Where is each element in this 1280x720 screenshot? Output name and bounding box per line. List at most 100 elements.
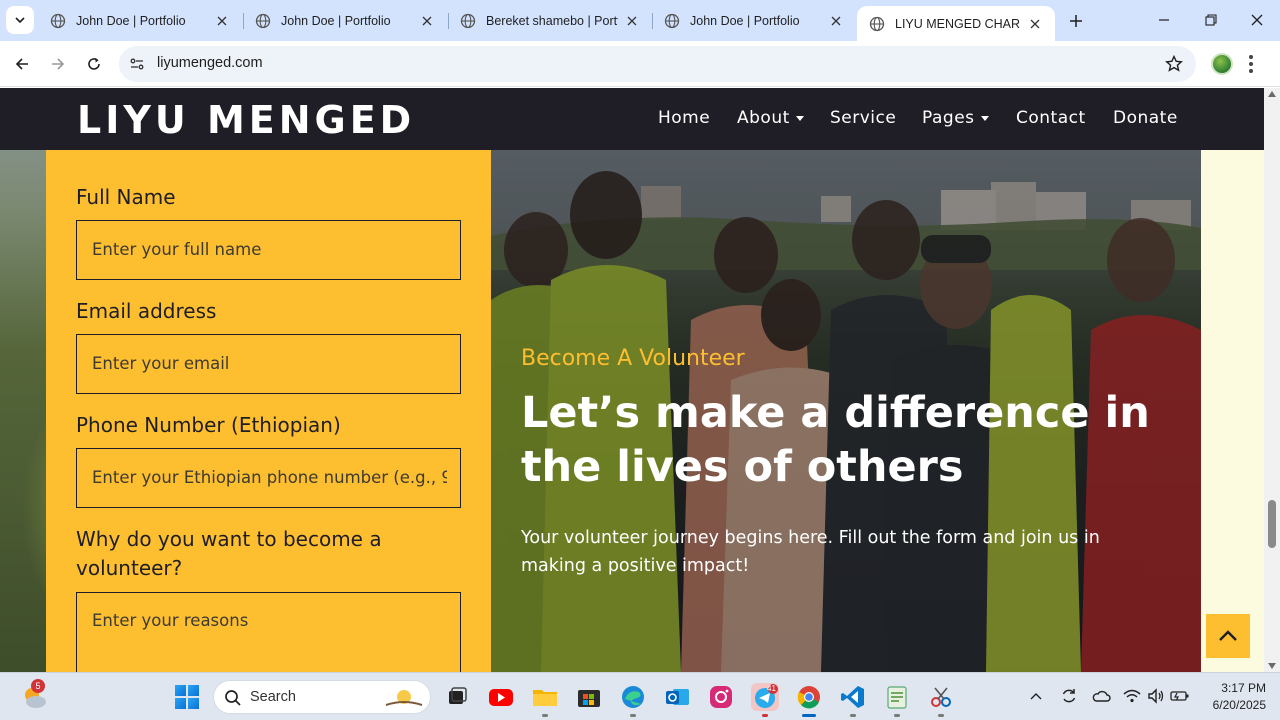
- globe-icon: [869, 16, 885, 31]
- caret-down-icon: [795, 115, 804, 121]
- nav-about-label: About: [737, 108, 790, 128]
- file-explorer-icon[interactable]: [531, 683, 559, 711]
- reason-textarea[interactable]: Enter your reasons: [76, 592, 461, 672]
- bookmark-star-icon[interactable]: [1164, 54, 1184, 74]
- profile-avatar[interactable]: [1211, 53, 1233, 75]
- tab-4[interactable]: John Doe | Portfolio: [652, 0, 856, 41]
- plus-icon: [1070, 15, 1082, 27]
- site-info-icon[interactable]: [127, 54, 147, 74]
- hero-text: Your volunteer journey begins here. Fill…: [521, 528, 1100, 576]
- full-name-input[interactable]: Enter your full name: [76, 220, 461, 280]
- snipping-tool-icon[interactable]: [927, 683, 955, 711]
- search-highlight-icon: [385, 690, 423, 706]
- sync-icon[interactable]: [1059, 686, 1079, 706]
- restore-icon: [1205, 14, 1217, 26]
- tab-1[interactable]: John Doe | Portfolio: [38, 0, 242, 41]
- search-icon: [225, 690, 241, 706]
- close-icon: [1251, 14, 1263, 26]
- volume-icon[interactable]: [1146, 686, 1166, 706]
- full-name-label: Full Name: [76, 185, 176, 209]
- back-button[interactable]: [8, 50, 36, 78]
- back-to-top-button[interactable]: [1206, 614, 1250, 658]
- outlook-icon[interactable]: [663, 683, 691, 711]
- tab-title: John Doe | Portfolio: [690, 13, 800, 28]
- site-logo[interactable]: LIYU MENGED: [77, 98, 415, 142]
- running-indicator: [542, 714, 548, 717]
- wifi-icon[interactable]: [1122, 686, 1142, 706]
- new-tab-button[interactable]: [1064, 9, 1088, 33]
- phone-input[interactable]: Enter your Ethiopian phone number (e.g.,…: [76, 448, 461, 508]
- browser-menu-icon[interactable]: [1244, 53, 1258, 75]
- page-scrollbar[interactable]: [1264, 88, 1280, 672]
- restore-button[interactable]: [1188, 0, 1234, 40]
- nav-home[interactable]: Home: [658, 108, 710, 128]
- email-label: Email address: [76, 299, 217, 323]
- nav-pages[interactable]: Pages: [922, 108, 989, 128]
- notepad-icon[interactable]: [883, 683, 911, 711]
- tab-title: Bereket shamebo | Portfolio: [486, 13, 618, 28]
- globe-icon: [50, 13, 66, 28]
- clock-time: 3:17 PM: [1221, 681, 1266, 695]
- site-header: LIYU MENGED Home About Service Pages Con…: [0, 88, 1264, 150]
- edge-icon[interactable]: [619, 683, 647, 711]
- battery-icon[interactable]: [1170, 686, 1190, 706]
- close-icon[interactable]: [214, 13, 230, 29]
- tab-title: John Doe | Portfolio: [281, 13, 391, 28]
- close-window-button[interactable]: [1234, 0, 1280, 40]
- task-view-icon[interactable]: [443, 683, 471, 711]
- chevron-up-icon: [1030, 693, 1042, 700]
- vscode-icon[interactable]: [839, 683, 867, 711]
- chevron-down-icon: [15, 17, 25, 24]
- tab-2[interactable]: John Doe | Portfolio: [243, 0, 447, 41]
- windows-taskbar: 5 Search 41 3:17 PM 6/20/2025: [0, 672, 1280, 720]
- url-text[interactable]: liyumenged.com: [157, 55, 263, 71]
- browser-tab-bar: John Doe | Portfolio John Doe | Portfoli…: [0, 0, 1280, 41]
- reason-label: Why do you want to become a volunteer?: [76, 527, 382, 580]
- show-hidden-icons-button[interactable]: [1026, 686, 1046, 706]
- running-indicator: [630, 714, 636, 717]
- email-input[interactable]: Enter your email: [76, 334, 461, 394]
- microsoft-store-icon[interactable]: [575, 683, 603, 711]
- nav-about[interactable]: About: [737, 108, 804, 128]
- chrome-icon[interactable]: [795, 683, 823, 711]
- close-icon[interactable]: [828, 13, 844, 29]
- forward-button[interactable]: [44, 50, 72, 78]
- scrollbar-thumb[interactable]: [1268, 500, 1276, 548]
- globe-icon: [664, 13, 680, 28]
- start-button[interactable]: [175, 685, 199, 709]
- tab-3[interactable]: Bereket shamebo | Portfolio: [448, 0, 652, 41]
- nav-service[interactable]: Service: [830, 108, 896, 128]
- tab-title: LIYU MENGED CHARITY: [895, 16, 1021, 31]
- minimize-button[interactable]: [1141, 0, 1187, 40]
- full-name-placeholder: Enter your full name: [92, 240, 262, 259]
- youtube-icon[interactable]: [487, 683, 515, 711]
- running-indicator: [938, 714, 944, 717]
- right-background-strip: [1201, 150, 1264, 672]
- running-indicator: [762, 714, 768, 717]
- tab-search-button[interactable]: [6, 6, 34, 34]
- onedrive-icon[interactable]: [1091, 686, 1111, 706]
- taskbar-search[interactable]: Search: [213, 680, 431, 714]
- nav-donate[interactable]: Donate: [1113, 108, 1178, 128]
- globe-icon: [255, 13, 271, 28]
- reason-placeholder: Enter your reasons: [92, 611, 249, 630]
- page-viewport: LIYU MENGED Home About Service Pages Con…: [0, 88, 1264, 672]
- nav-pages-label: Pages: [922, 108, 975, 128]
- reload-button[interactable]: [80, 50, 108, 78]
- email-placeholder: Enter your email: [92, 354, 230, 373]
- scroll-down-arrow-icon[interactable]: [1268, 663, 1276, 669]
- nav-contact[interactable]: Contact: [1016, 108, 1086, 128]
- scroll-up-arrow-icon[interactable]: [1268, 91, 1276, 97]
- minimize-icon: [1159, 19, 1169, 21]
- close-icon[interactable]: [419, 13, 435, 29]
- system-clock[interactable]: 3:17 PM 6/20/2025: [1196, 680, 1266, 714]
- instagram-icon[interactable]: [707, 683, 735, 711]
- caret-down-icon: [980, 115, 989, 121]
- volunteer-form: Full Name Enter your full name Email add…: [46, 150, 491, 672]
- tab-5-active[interactable]: LIYU MENGED CHARITY: [857, 6, 1055, 41]
- close-icon[interactable]: [624, 13, 640, 29]
- address-bar[interactable]: liyumenged.com: [119, 46, 1196, 82]
- close-icon[interactable]: [1027, 16, 1043, 32]
- running-indicator: [850, 714, 856, 717]
- hero-title: Let’s make a difference in the lives of …: [521, 388, 1150, 492]
